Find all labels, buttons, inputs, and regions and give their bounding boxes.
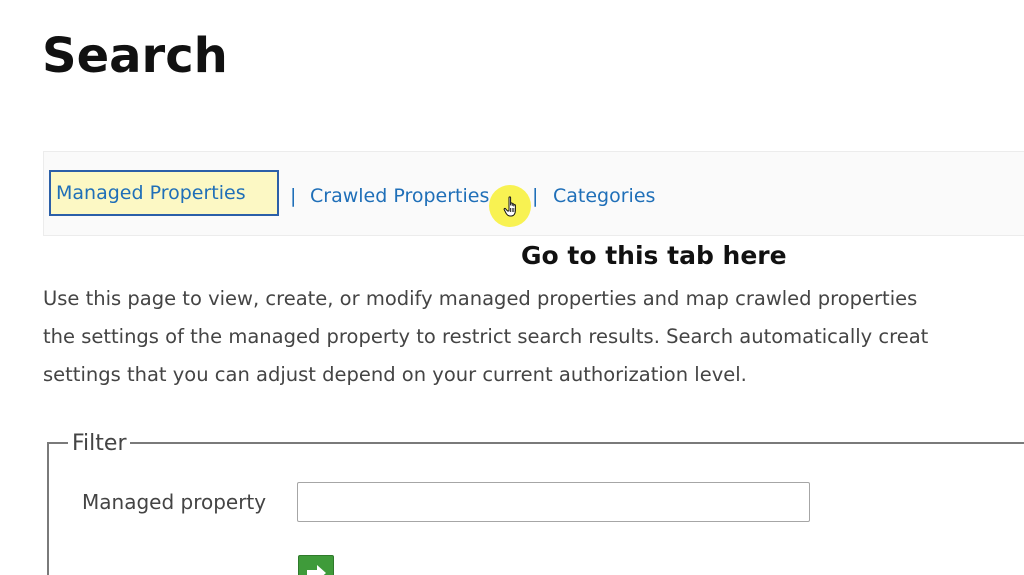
managed-property-label: Managed property — [82, 490, 267, 514]
page: Search Managed Properties | Crawled Prop… — [0, 0, 1024, 575]
annotation-callout: Go to this tab here — [521, 241, 787, 270]
tab-bar: Managed Properties | Crawled Properties … — [43, 151, 1024, 236]
description-line: settings that you can adjust depend on y… — [43, 363, 747, 386]
managed-property-input[interactable] — [297, 482, 810, 522]
description-line: Use this page to view, create, or modify… — [43, 287, 918, 310]
page-title: Search — [42, 28, 228, 84]
tab-categories[interactable]: Categories — [553, 184, 655, 208]
filter-go-button[interactable] — [298, 555, 334, 575]
green-arrow-right-icon — [307, 565, 326, 575]
hand-cursor-icon — [503, 196, 516, 217]
tab-managed-properties[interactable]: Managed Properties — [49, 170, 279, 216]
tab-separator: | — [290, 185, 297, 207]
description-line: the settings of the managed property to … — [43, 325, 929, 348]
filter-legend: Filter — [68, 429, 131, 459]
tab-separator: | — [532, 185, 539, 207]
tab-crawled-properties[interactable]: Crawled Properties — [310, 184, 489, 208]
page-description: Use this page to view, create, or modify… — [43, 280, 1024, 394]
